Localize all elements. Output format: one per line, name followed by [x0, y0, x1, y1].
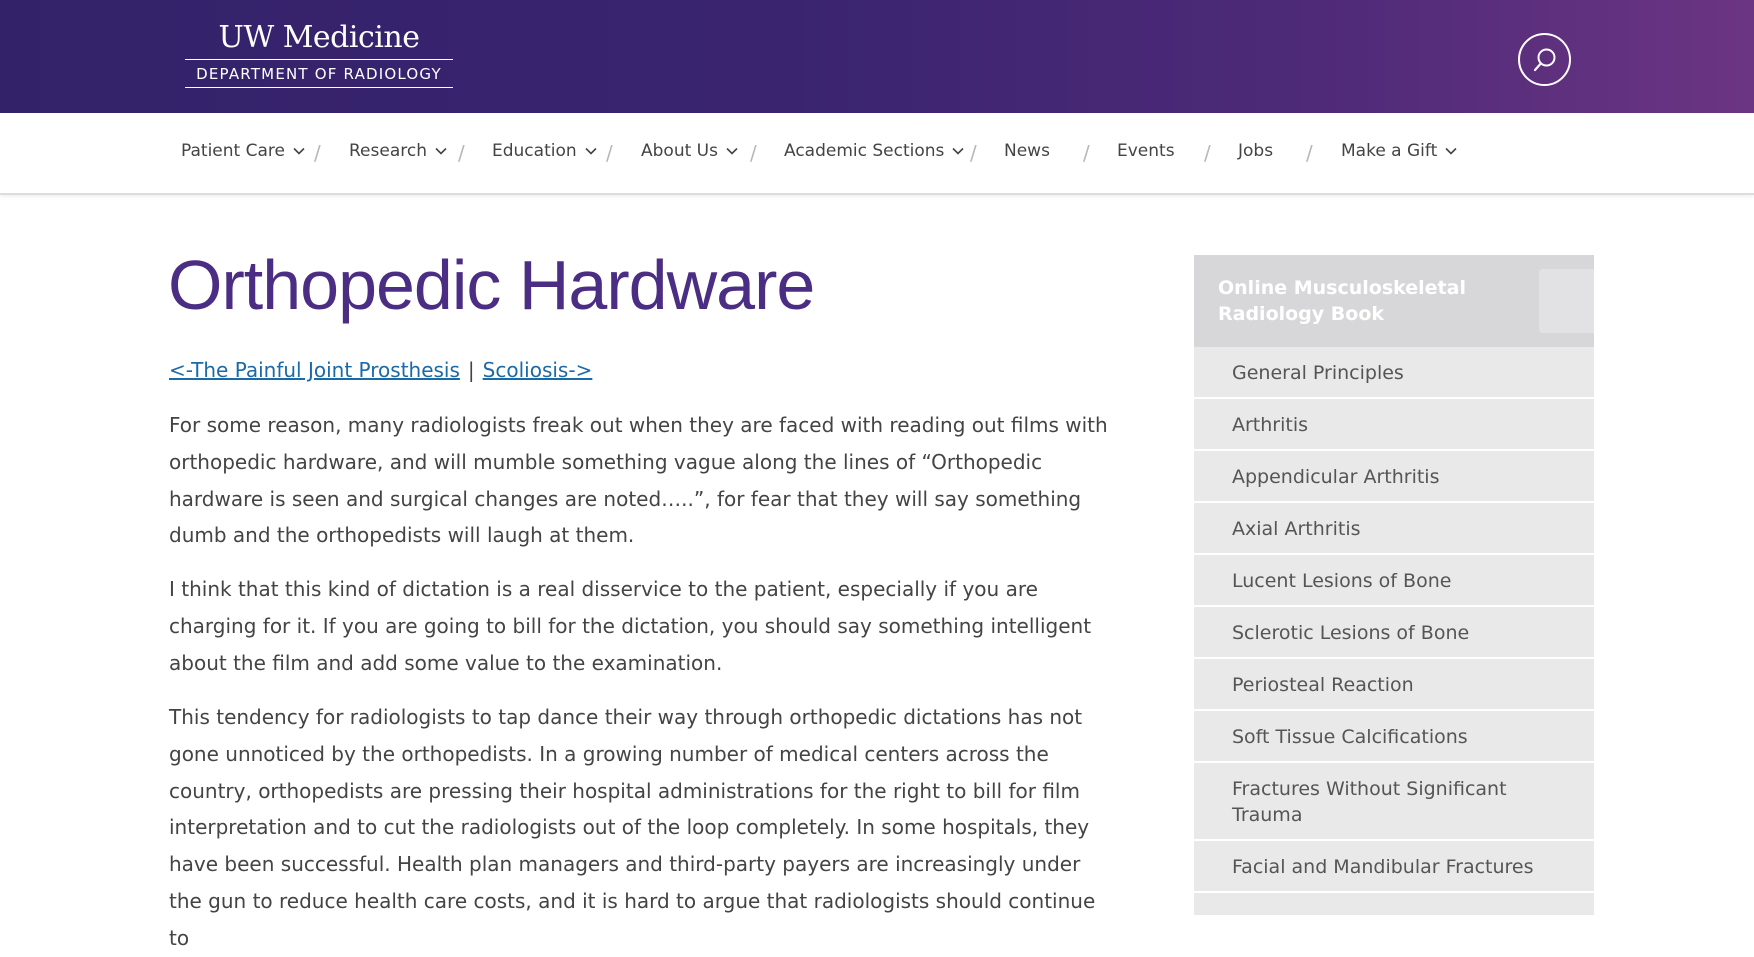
- nav-item-about-us[interactable]: About Us: [641, 139, 738, 163]
- sidebar-item-label: Periosteal Reaction: [1232, 674, 1414, 696]
- sidebar-item-label: Sclerotic Lesions of Bone: [1232, 622, 1470, 644]
- logo-sub-text: DEPARTMENT OF RADIOLOGY: [196, 65, 442, 83]
- nav-label: About Us: [641, 141, 718, 161]
- site-header: UW Medicine DEPARTMENT OF RADIOLOGY: [0, 0, 1754, 113]
- sidebar-item-label: Lucent Lesions of Bone: [1232, 570, 1452, 592]
- search-button[interactable]: [1518, 33, 1571, 86]
- nav-separator: /: [970, 141, 977, 165]
- nav-separator: /: [1204, 141, 1211, 165]
- sidebar-title: Online Musculoskeletal Radiology Book: [1218, 277, 1466, 325]
- chevron-down-icon: [726, 147, 738, 155]
- nav-item-events[interactable]: Events: [1117, 139, 1175, 163]
- sidebar-item-label: Appendicular Arthritis: [1232, 466, 1440, 488]
- sidebar-item-general-principles[interactable]: General Principles: [1194, 347, 1594, 399]
- sidebar-item-label: Facial and Mandibular Fractures: [1232, 856, 1534, 878]
- sidebar-item-facial-mandibular-fractures[interactable]: Facial and Mandibular Fractures: [1194, 841, 1594, 893]
- nav-label: Jobs: [1238, 141, 1274, 161]
- sidebar-nav: Online Musculoskeletal Radiology Book Ge…: [1194, 255, 1594, 915]
- nav-item-patient-care[interactable]: Patient Care: [181, 139, 305, 163]
- nav-label: News: [1004, 141, 1050, 161]
- sidebar-header[interactable]: Online Musculoskeletal Radiology Book: [1194, 255, 1594, 347]
- nav-label: Patient Care: [181, 141, 285, 161]
- sidebar-item-label: Arthritis: [1232, 414, 1309, 436]
- nav-item-news[interactable]: News: [1004, 139, 1050, 163]
- nav-separator: /: [1083, 141, 1090, 165]
- sidebar-item-label: Fractures Without Significant Trauma: [1232, 778, 1507, 826]
- chevron-down-icon: [952, 147, 964, 155]
- sidebar-item-label: General Principles: [1232, 362, 1404, 384]
- sidebar-item-label: Soft Tissue Calcifications: [1232, 726, 1468, 748]
- sidebar-item-appendicular-arthritis[interactable]: Appendicular Arthritis: [1194, 451, 1594, 503]
- main-nav: Patient Care / Research / Education / Ab…: [0, 113, 1754, 195]
- nav-separator: /: [1306, 141, 1313, 165]
- prev-page-link[interactable]: <-The Painful Joint Prosthesis: [169, 358, 460, 382]
- logo-divider-bottom: [185, 87, 453, 88]
- link-separator: |: [467, 358, 475, 382]
- sidebar-item-sclerotic-lesions[interactable]: Sclerotic Lesions of Bone: [1194, 607, 1594, 659]
- next-page-link[interactable]: Scoliosis->: [483, 358, 593, 382]
- nav-label: Education: [492, 141, 577, 161]
- nav-separator: /: [606, 141, 613, 165]
- sidebar-item-periosteal-reaction[interactable]: Periosteal Reaction: [1194, 659, 1594, 711]
- nav-item-education[interactable]: Education: [492, 139, 597, 163]
- nav-label: Events: [1117, 141, 1175, 161]
- nav-label: Research: [349, 141, 427, 161]
- nav-item-make-a-gift[interactable]: Make a Gift: [1341, 139, 1457, 163]
- nav-label: Academic Sections: [784, 141, 945, 161]
- page-title: Orthopedic Hardware: [168, 246, 815, 324]
- nav-label: Make a Gift: [1341, 141, 1438, 161]
- logo-main-text: UW Medicine: [218, 20, 420, 55]
- nav-item-academic-sections[interactable]: Academic Sections: [784, 139, 964, 163]
- uw-medicine-logo[interactable]: UW Medicine DEPARTMENT OF RADIOLOGY: [185, 20, 453, 88]
- nav-separator: /: [314, 141, 321, 165]
- prev-next-links: <-The Painful Joint Prosthesis | Scoliosis…: [169, 356, 592, 384]
- nav-separator: /: [750, 141, 757, 165]
- nav-item-jobs[interactable]: Jobs: [1238, 139, 1273, 163]
- nav-item-research[interactable]: Research: [349, 139, 447, 163]
- sidebar-toggle-button[interactable]: [1539, 269, 1594, 333]
- sidebar-item-arthritis[interactable]: Arthritis: [1194, 399, 1594, 451]
- chevron-down-icon: [293, 147, 305, 155]
- body-paragraph: For some reason, many radiologists freak…: [169, 413, 1108, 548]
- chevron-down-icon: [585, 147, 597, 155]
- body-paragraph: This tendency for radiologists to tap da…: [169, 705, 1096, 950]
- sidebar-item-fractures-without-trauma[interactable]: Fractures Without Significant Trauma: [1194, 763, 1594, 841]
- body-paragraph: I think that this kind of dictation is a…: [169, 577, 1092, 675]
- nav-separator: /: [458, 141, 465, 165]
- logo-divider: [185, 59, 453, 60]
- sidebar-item-lucent-lesions[interactable]: Lucent Lesions of Bone: [1194, 555, 1594, 607]
- sidebar-item-axial-arthritis[interactable]: Axial Arthritis: [1194, 503, 1594, 555]
- sidebar-item-soft-tissue-calcifications[interactable]: Soft Tissue Calcifications: [1194, 711, 1594, 763]
- chevron-down-icon: [435, 147, 447, 155]
- sidebar-item-label: Axial Arthritis: [1232, 518, 1361, 540]
- search-icon: [1533, 48, 1556, 72]
- chevron-down-icon: [1445, 147, 1457, 155]
